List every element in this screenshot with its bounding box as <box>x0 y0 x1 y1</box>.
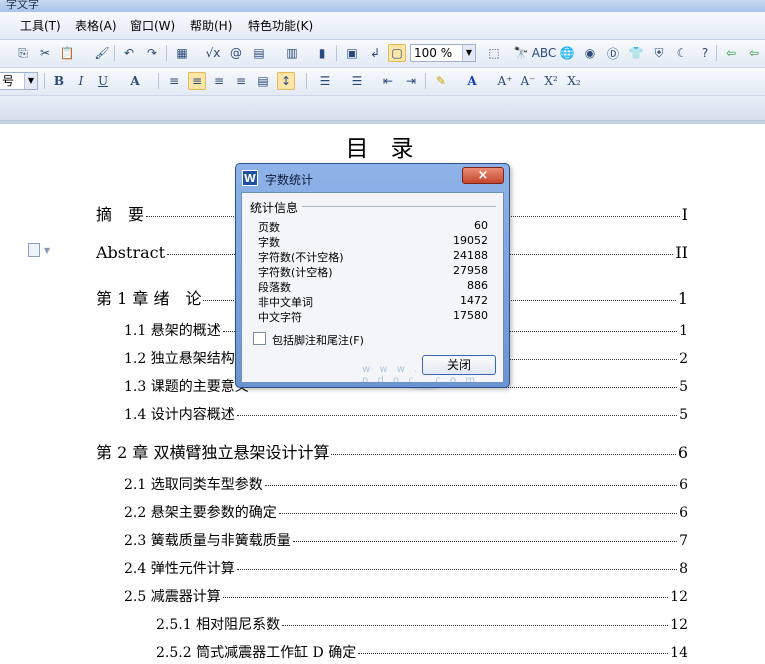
font-size-combo[interactable]: 号 ▼ <box>0 72 38 90</box>
stat-row: 字符数(不计空格) 24188 <box>258 249 488 264</box>
increase-indent-icon[interactable]: ⇥ <box>402 72 420 90</box>
toc-entry[interactable]: 2.2 悬架主要参数的确定 6 <box>124 502 688 522</box>
underline-icon[interactable]: U <box>94 72 112 90</box>
distribute-icon[interactable]: ▤ <box>254 72 272 90</box>
moon-icon[interactable]: ☾ <box>673 44 691 62</box>
toc-entry[interactable]: 2.5.1 相对阻尼系数 12 <box>156 614 688 634</box>
justify-icon[interactable]: ≡ <box>232 72 250 90</box>
subscript-icon[interactable]: X₂ <box>565 72 583 90</box>
wps-logo-icon: W <box>242 170 258 186</box>
align-center-icon[interactable]: ≡ <box>188 72 206 90</box>
bullets-icon[interactable]: ☰ <box>348 72 366 90</box>
toc-entry[interactable]: 2.1 选取同类车型参数 6 <box>124 474 688 494</box>
shrink-font-icon[interactable]: A⁻ <box>519 72 537 90</box>
menu-special[interactable]: 特色功能(K) <box>248 17 313 34</box>
decrease-indent-icon[interactable]: ⇤ <box>379 72 397 90</box>
italic-icon[interactable]: I <box>72 72 90 90</box>
cut-icon[interactable]: ✂ <box>36 44 54 62</box>
find-icon[interactable]: 🔭 <box>512 44 530 62</box>
copy-icon[interactable]: ⎘ <box>14 44 32 62</box>
formula-icon[interactable]: √x <box>204 44 222 62</box>
hyperlink-icon[interactable]: @ <box>227 44 245 62</box>
table-icon[interactable]: ▤ <box>250 44 268 62</box>
grow-font-icon[interactable]: A⁺ <box>496 72 514 90</box>
toc-entry[interactable]: 2.4 弹性元件计算 8 <box>124 558 688 578</box>
paste-icon[interactable]: 📋 <box>58 44 76 62</box>
font-effect-icon[interactable]: A <box>126 72 144 90</box>
zoom-combo[interactable]: 100 % ▼ <box>410 44 476 62</box>
formatting-toolbar: 号 ▼ B I U A ≡ ≡ ≡ ≡ ▤ ↕ ☰ ☰ ⇤ ⇥ ✎ A A⁺ A… <box>0 68 765 96</box>
web-icon[interactable]: 🌐 <box>558 44 576 62</box>
include-footnotes-label[interactable]: 包括脚注和尾注(F) <box>272 332 364 348</box>
doc-d-icon[interactable]: Ⓓ <box>604 44 622 62</box>
bold-icon[interactable]: B <box>50 72 68 90</box>
word-count-dialog: W 字数统计 × 统计信息 页数 60 字数 19052 字符数(不计空格) 2418… <box>235 163 510 388</box>
color-wheel-icon[interactable]: ◉ <box>581 44 599 62</box>
shirt-icon[interactable]: 👕 <box>627 44 645 62</box>
back-arrow-icon[interactable]: ⇦ <box>722 44 740 62</box>
insert-table-icon[interactable]: ▦ <box>173 44 191 62</box>
tab-strip <box>0 96 765 121</box>
page-title: 目录 <box>345 136 436 162</box>
dialog-title-bar[interactable]: W 字数统计 × <box>236 164 509 192</box>
columns-icon[interactable]: ▥ <box>283 44 301 62</box>
menu-bar: 工具(T) 表格(A) 窗口(W) 帮助(H) 特色功能(K) <box>0 12 765 40</box>
show-marks-icon[interactable]: ↲ <box>366 44 384 62</box>
stat-row: 字符数(计空格) 27958 <box>258 264 488 279</box>
chevron-down-icon[interactable]: ▼ <box>44 246 50 255</box>
select-icon[interactable]: ⬚ <box>485 44 503 62</box>
shield-icon[interactable]: ⛨ <box>650 44 668 62</box>
chart-icon[interactable]: ▮ <box>313 44 331 62</box>
document-icon[interactable] <box>28 243 40 257</box>
stat-row: 中文字符 17580 <box>258 309 488 324</box>
align-left-icon[interactable]: ≡ <box>165 72 183 90</box>
numbering-icon[interactable]: ☰ <box>316 72 334 90</box>
dialog-title: 字数统计 <box>265 173 314 187</box>
font-color-icon[interactable]: A <box>463 72 481 90</box>
close-button[interactable]: 关闭 <box>422 355 496 375</box>
menu-help[interactable]: 帮助(H) <box>190 17 232 34</box>
include-footnotes-checkbox[interactable] <box>253 332 266 345</box>
group-label: 统计信息 <box>250 199 303 216</box>
stat-row: 字数 19052 <box>258 234 488 249</box>
align-right-icon[interactable]: ≡ <box>210 72 228 90</box>
menu-window[interactable]: 窗口(W) <box>130 17 175 34</box>
format-painter-icon[interactable]: 🖌 <box>93 44 111 62</box>
close-icon[interactable]: × <box>462 167 504 184</box>
toc-entry[interactable]: 第 2 章 双横臂独立悬架设计计算 6 <box>96 439 688 463</box>
line-spacing-icon[interactable]: ↕ <box>277 72 295 90</box>
toc-entry[interactable]: 2.5 减震器计算 12 <box>124 586 688 606</box>
chevron-down-icon[interactable]: ▼ <box>24 73 37 89</box>
toc-entry[interactable]: 2.3 簧载质量与非簧载质量 7 <box>124 530 688 550</box>
window-title: 字文字 <box>6 0 39 11</box>
stat-row: 页数 60 <box>258 219 488 234</box>
spellcheck-icon[interactable]: ABC <box>532 44 557 62</box>
help-icon[interactable]: ? <box>696 44 714 62</box>
title-bar: 字文字 <box>0 0 765 12</box>
undo-icon[interactable]: ↶ <box>120 44 138 62</box>
redo-icon[interactable]: ↷ <box>143 44 161 62</box>
highlight-icon[interactable]: ✎ <box>432 72 450 90</box>
stat-row: 非中文单词 1472 <box>258 294 488 309</box>
menu-table[interactable]: 表格(A) <box>75 17 117 34</box>
font-size-value: 号 <box>2 74 15 88</box>
dialog-body: 统计信息 页数 60 字数 19052 字符数(不计空格) 24188 字符数(计空格… <box>241 192 504 386</box>
ruler <box>0 121 765 124</box>
standard-toolbar: ⎘ ✂ 📋 🖌 ↶ ↷ ▦ √x @ ▤ ▥ ▮ ▣ ↲ ▢ 100 % ▼ ⬚… <box>0 40 765 68</box>
menu-tools[interactable]: 工具(T) <box>20 17 61 34</box>
toc-entry[interactable]: 2.5.2 筒式减震器工作缸 D 确定 14 <box>156 642 688 662</box>
superscript-icon[interactable]: X² <box>542 72 560 90</box>
chevron-down-icon[interactable]: ▼ <box>462 45 475 61</box>
forward-arrow-icon[interactable]: ⇦ <box>745 44 763 62</box>
stat-row: 段落数 886 <box>258 279 488 294</box>
toc-entry[interactable]: 1.4 设计内容概述 5 <box>124 404 688 424</box>
doc-map-icon[interactable]: ▣ <box>343 44 361 62</box>
zoom-value: 100 % <box>414 46 453 60</box>
page-view-icon[interactable]: ▢ <box>388 44 406 62</box>
